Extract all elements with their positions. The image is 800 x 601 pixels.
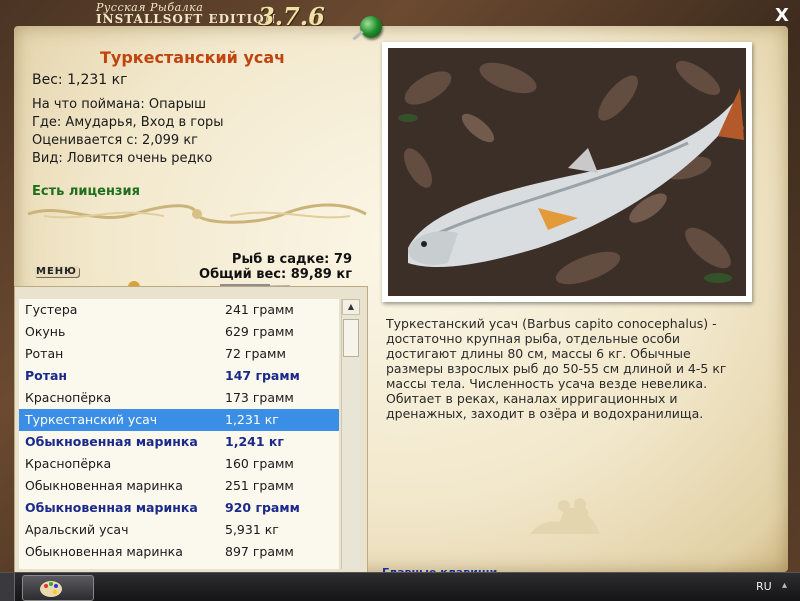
catch-fish-name: Ротан bbox=[25, 346, 64, 361]
catch-list[interactable]: Густера 241 грамм Окунь 629 грамм Ротан 72 гр… bbox=[19, 299, 339, 569]
fish-count: Рыб в садке: 79 bbox=[231, 252, 352, 267]
catch-fish-weight: 251 грамм bbox=[225, 478, 294, 493]
catch-list-row[interactable]: Ротан 147 грамм bbox=[19, 365, 339, 387]
fish-info-block: На что поймана: Опарыш Где: Амударья, Вх… bbox=[32, 96, 224, 168]
scroll-up-button[interactable]: ▲ bbox=[342, 299, 360, 315]
paint-palette-icon bbox=[40, 581, 62, 597]
fish-weight: Вес: 1,231 кг bbox=[32, 72, 128, 88]
catch-list-row[interactable]: Краснопёрка 173 грамм bbox=[19, 387, 339, 409]
catch-fish-name: Обыкновенная маринка bbox=[25, 544, 183, 559]
catch-list-row[interactable]: Обыкновенная маринка 1,241 кг bbox=[19, 431, 339, 453]
catch-fish-weight: 241 грамм bbox=[225, 302, 294, 317]
fisherman-silhouette-icon bbox=[530, 498, 600, 534]
catch-fish-weight: 1,231 кг bbox=[225, 412, 279, 427]
fish-name-title: Туркестанский усач bbox=[100, 48, 286, 67]
catch-fish-weight: 5,931 кг bbox=[225, 522, 279, 537]
catch-fish-name: Обыкновенная маринка bbox=[25, 434, 198, 449]
catch-fish-weight: 629 грамм bbox=[225, 324, 294, 339]
catch-list-row[interactable]: Краснопёрка 160 грамм bbox=[19, 453, 339, 475]
catch-fish-weight: 897 грамм bbox=[225, 544, 294, 559]
fish-photo-frame bbox=[382, 42, 752, 302]
start-button[interactable] bbox=[0, 573, 15, 601]
catch-fish-name: Обыкновенная маринка bbox=[25, 500, 198, 515]
ornament-divider bbox=[27, 203, 367, 224]
close-button[interactable]: X bbox=[772, 6, 792, 26]
catch-fish-name: Обыкновенная маринка bbox=[25, 478, 183, 493]
catch-fish-weight: 160 грамм bbox=[225, 456, 294, 471]
catch-fish-name: Аральский усач bbox=[25, 522, 129, 537]
catch-fish-weight: 1,241 кг bbox=[225, 434, 284, 449]
catch-list-row[interactable]: Обыкновенная маринка 897 грамм bbox=[19, 541, 339, 563]
catch-fish-weight: 72 грамм bbox=[225, 346, 286, 361]
catch-fish-name: Ротан bbox=[25, 368, 68, 383]
taskbar-app-button[interactable] bbox=[22, 575, 94, 601]
catch-fish-weight: 920 грамм bbox=[225, 500, 300, 515]
taskbar: RU ▴ bbox=[0, 572, 800, 601]
catch-list-scrollbar[interactable]: ▲ bbox=[341, 299, 360, 569]
catch-fish-weight: 147 грамм bbox=[225, 368, 300, 383]
value-line: Оценивается с: 2,099 кг bbox=[32, 133, 199, 148]
menu-button[interactable]: МЕНЮ bbox=[34, 266, 79, 277]
catch-fish-name: Окунь bbox=[25, 324, 66, 339]
catch-fish-name: Густера bbox=[25, 302, 78, 317]
catch-fish-weight: 173 грамм bbox=[225, 390, 294, 405]
catch-fish-name: Краснопёрка bbox=[25, 456, 112, 471]
fish-description: Туркестанский усач (Barbus capito conoce… bbox=[386, 316, 727, 421]
catch-list-panel: Густера 241 грамм Окунь 629 грамм Ротан 72 гр… bbox=[14, 286, 368, 574]
rarity-line: Вид: Ловится очень редко bbox=[32, 151, 213, 166]
catch-list-row[interactable]: Туркестанский усач 1,231 кг bbox=[19, 409, 339, 431]
game-logo: Русская Рыбалка INSTALLSOFT EDITION bbox=[96, 2, 277, 25]
catch-list-row[interactable]: Аральский усач 5,931 кг bbox=[19, 519, 339, 541]
catch-list-row[interactable]: Густера 241 грамм bbox=[19, 299, 339, 321]
logo-line-2: INSTALLSOFT EDITION bbox=[96, 12, 277, 26]
language-indicator[interactable]: RU bbox=[756, 580, 772, 593]
fish-photo bbox=[388, 48, 746, 296]
catch-list-row[interactable]: Ротан 72 грамм bbox=[19, 343, 339, 365]
catch-stats: Рыб в садке: 79 Общий вес: 89,89 кг bbox=[199, 252, 352, 282]
bait-line: На что поймана: Опарыш bbox=[32, 97, 206, 112]
catch-list-row[interactable]: Обыкновенная маринка 920 грамм bbox=[19, 497, 339, 519]
catch-list-row[interactable]: Обыкновенная маринка 251 грамм bbox=[19, 475, 339, 497]
scroll-thumb[interactable] bbox=[343, 319, 359, 357]
catch-fish-name: Туркестанский усач bbox=[25, 412, 158, 427]
catch-list-row[interactable]: Окунь 629 грамм bbox=[19, 321, 339, 343]
pushpin-icon bbox=[360, 16, 382, 38]
catch-fish-name: Краснопёрка bbox=[25, 390, 112, 405]
chevron-up-icon[interactable]: ▴ bbox=[782, 580, 787, 591]
place-line: Где: Амударья, Вход в горы bbox=[32, 115, 224, 130]
license-status: Есть лицензия bbox=[32, 184, 140, 199]
